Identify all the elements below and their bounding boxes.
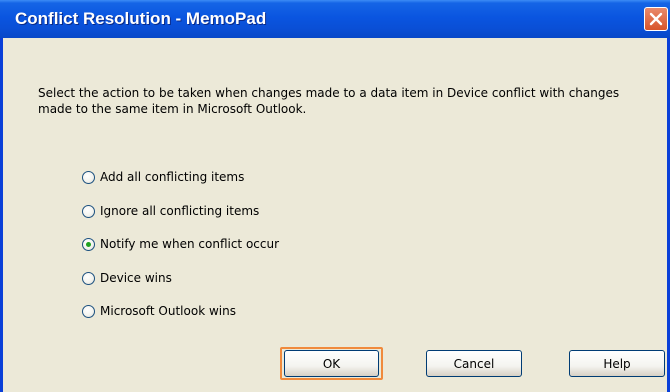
option-notify-me[interactable]: Notify me when conflict occur: [82, 234, 279, 254]
option-label: Microsoft Outlook wins: [100, 304, 236, 318]
dialog-window: Conflict Resolution - MemoPad Select the…: [0, 0, 670, 392]
radio-selected-dot-icon: [86, 241, 91, 247]
option-label: Ignore all conflicting items: [100, 204, 260, 218]
radio-button-selected[interactable]: [82, 237, 95, 251]
radio-button[interactable]: [82, 304, 95, 318]
window-title: Conflict Resolution - MemoPad: [15, 9, 267, 28]
ok-button[interactable]: OK: [284, 350, 379, 377]
title-bar[interactable]: Conflict Resolution - MemoPad: [0, 0, 670, 38]
cancel-button[interactable]: Cancel: [426, 350, 522, 377]
radio-button[interactable]: [82, 170, 95, 184]
option-outlook-wins[interactable]: Microsoft Outlook wins: [82, 301, 236, 321]
close-icon: [649, 12, 663, 26]
radio-button[interactable]: [82, 271, 95, 285]
radio-button[interactable]: [82, 204, 95, 218]
instruction-text: Select the action to be taken when chang…: [38, 86, 620, 116]
option-add-all[interactable]: Add all conflicting items: [82, 167, 244, 187]
option-device-wins[interactable]: Device wins: [82, 268, 172, 288]
close-button[interactable]: [644, 7, 668, 31]
option-ignore-all[interactable]: Ignore all conflicting items: [82, 201, 259, 221]
option-label: Notify me when conflict occur: [100, 237, 280, 251]
option-label: Add all conflicting items: [100, 170, 245, 184]
help-button[interactable]: Help: [569, 350, 665, 377]
option-label: Device wins: [100, 271, 172, 285]
